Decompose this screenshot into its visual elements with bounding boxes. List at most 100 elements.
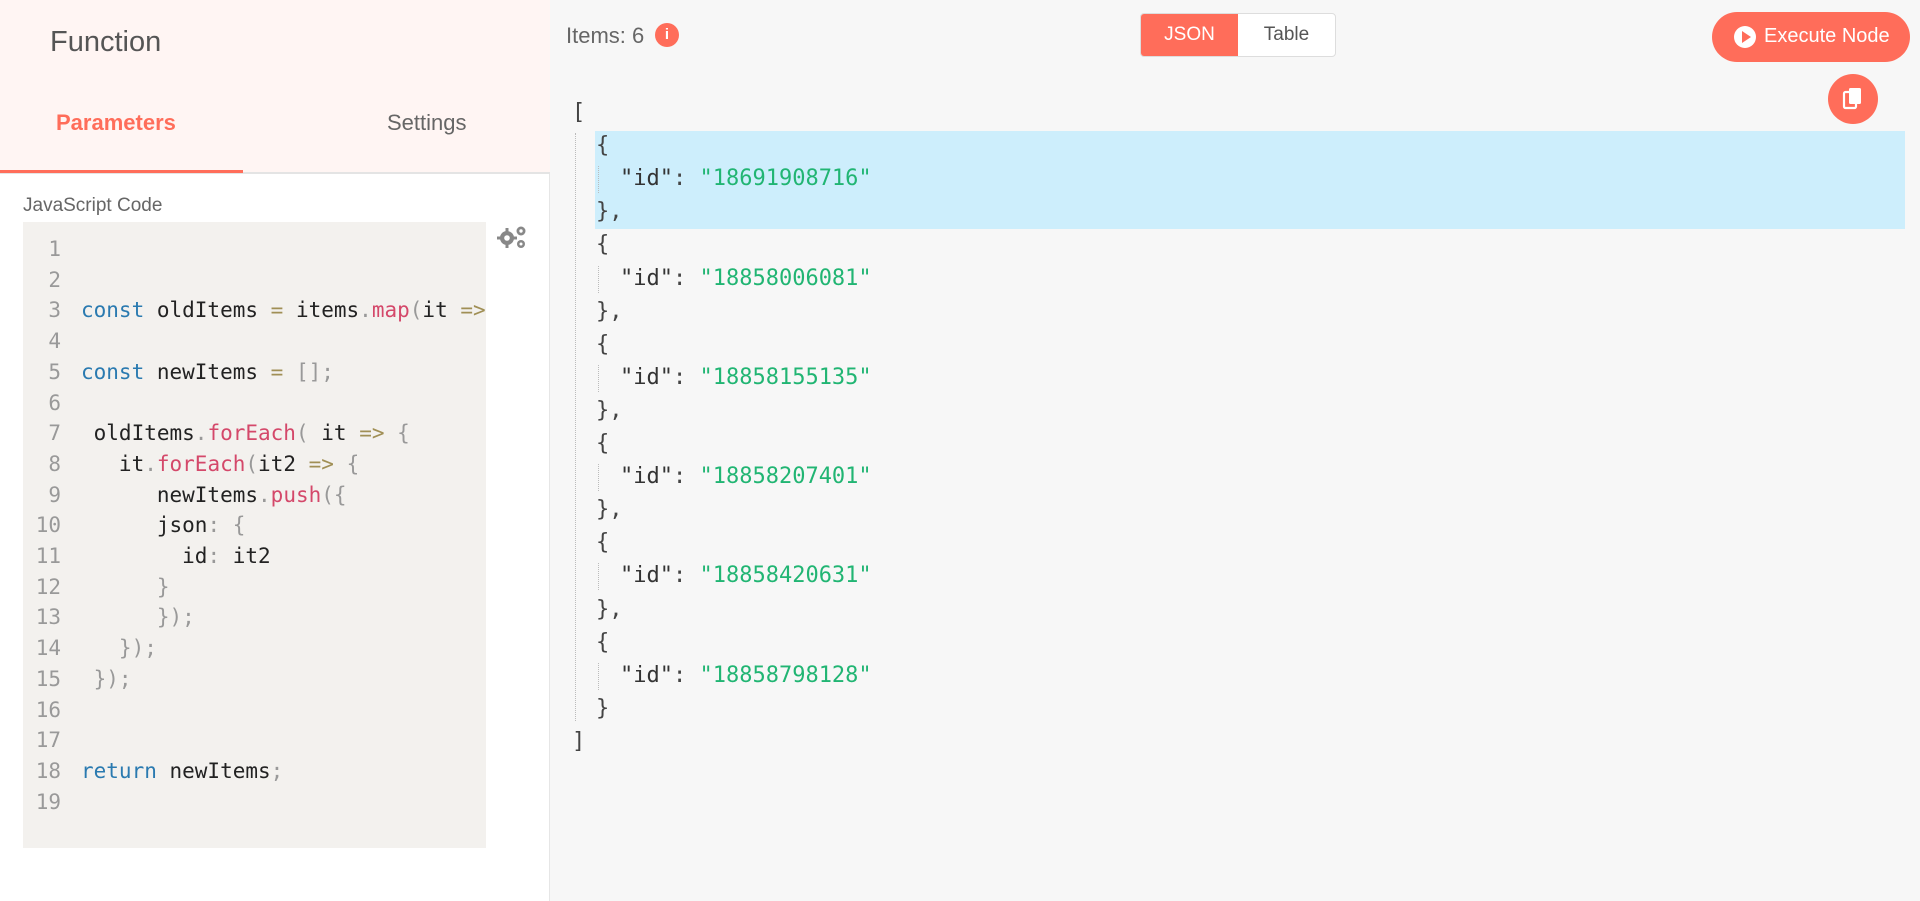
gear-icon[interactable]	[496, 224, 528, 250]
code-line[interactable]: 9 newItems.push({	[23, 480, 486, 511]
line-number: 11	[35, 544, 61, 568]
line-number: 5	[48, 359, 61, 384]
code-token: json	[81, 513, 208, 538]
json-key: "id"	[620, 265, 673, 291]
json-string-value: "18858006081"	[699, 265, 872, 291]
line-number: 8	[48, 451, 61, 476]
code-line[interactable]: 14 });	[23, 633, 486, 664]
indent-guide	[598, 563, 599, 591]
indent-guide	[598, 464, 599, 492]
json-open-brace: {	[596, 133, 610, 159]
code-token: .	[144, 451, 157, 476]
line-number: 15	[35, 666, 61, 691]
code-editor[interactable]: 1 2 3 const oldItems = items.map(it => 4 5 con…	[23, 222, 486, 848]
items-count: Items: 6	[566, 23, 645, 48]
code-line[interactable]: 8 it.forEach(it2 => {	[23, 449, 486, 480]
code-line[interactable]: 4	[23, 326, 486, 357]
play-icon	[1734, 26, 1756, 48]
json-object-start: {	[596, 228, 609, 261]
json-string-value: "18858420631"	[699, 563, 872, 589]
json-object-start: {	[596, 328, 609, 361]
json-object-start: {	[596, 526, 609, 559]
line-code: newItems.push({	[81, 480, 347, 510]
json-open-brace: {	[596, 530, 610, 556]
code-line[interactable]: 2	[23, 265, 486, 296]
copy-button[interactable]	[1828, 74, 1878, 124]
code-line[interactable]: 17	[23, 725, 486, 756]
line-code: });	[81, 664, 132, 694]
code-token: (	[295, 421, 322, 446]
code-token: =>	[460, 298, 486, 323]
json-close-brace: },	[596, 199, 623, 225]
code-line[interactable]: 15 });	[23, 664, 486, 695]
json-view-button[interactable]: JSON	[1141, 14, 1238, 56]
code-token: });	[81, 636, 157, 661]
json-object-end: },	[596, 195, 623, 228]
line-code: const newItems = [];	[81, 357, 334, 387]
code-token: newItems	[81, 482, 259, 507]
code-token: forEach	[156, 451, 246, 476]
line-number: 9	[48, 482, 61, 507]
indent-guide	[598, 662, 599, 690]
json-open-brace: {	[596, 629, 610, 655]
code-line[interactable]: 10 json: {	[23, 510, 486, 541]
code-line[interactable]: 1	[23, 234, 486, 265]
code-line[interactable]: 18 return newItems;	[23, 756, 486, 787]
code-line[interactable]: 11 id: it2	[23, 541, 486, 572]
code-line[interactable]: 3 const oldItems = items.map(it =>	[23, 295, 486, 326]
line-number: 18	[35, 758, 61, 783]
json-colon: :	[672, 364, 700, 390]
code-token: it	[321, 421, 360, 446]
code-token: it	[422, 298, 461, 323]
code-token: items	[283, 298, 360, 323]
json-key: "id"	[620, 166, 673, 192]
json-object-start: {	[596, 427, 609, 460]
info-icon[interactable]: i	[655, 23, 679, 47]
code-line[interactable]: 19	[23, 787, 486, 818]
json-close-bracket: ]	[572, 728, 586, 754]
code-token: newItems	[144, 359, 271, 384]
line-number: 16	[35, 697, 61, 722]
code-token: .	[258, 482, 271, 507]
json-array-end: ]	[572, 725, 585, 758]
code-token: });	[81, 605, 195, 630]
json-open-bracket: [	[572, 100, 586, 125]
execute-node-label: Execute Node	[1764, 25, 1890, 47]
json-property: "id": "18858420631"	[620, 559, 872, 592]
tab-settings[interactable]: Settings	[387, 110, 467, 136]
line-number: 10	[35, 513, 61, 538]
line-number: 1	[48, 237, 61, 261]
code-token: push	[270, 482, 322, 507]
code-token: [];	[295, 359, 334, 384]
code-line[interactable]: 7 oldItems.forEach( it => {	[23, 418, 486, 449]
code-token: =>	[359, 421, 385, 446]
tab-parameters[interactable]: Parameters	[56, 110, 176, 136]
table-view-button[interactable]: Table	[1238, 14, 1335, 56]
line-code: });	[81, 633, 157, 663]
line-number: 13	[35, 605, 61, 630]
code-token: {	[333, 451, 360, 476]
code-line[interactable]: 6	[23, 388, 486, 419]
line-code: return newItems;	[81, 756, 283, 786]
code-line[interactable]: 16	[23, 695, 486, 726]
line-code: it.forEach(it2 => {	[81, 449, 359, 479]
line-number: 19	[35, 789, 61, 814]
code-line[interactable]: 5 const newItems = [];	[23, 357, 486, 388]
execute-node-button[interactable]: Execute Node	[1712, 12, 1910, 62]
line-number: 3	[48, 298, 61, 323]
json-colon: :	[672, 265, 700, 291]
json-string-value: "18858798128"	[699, 662, 872, 688]
code-token: newItems	[156, 758, 271, 783]
json-object-start: {	[596, 129, 609, 162]
json-colon: :	[672, 166, 700, 192]
code-token: =	[270, 359, 284, 384]
code-line[interactable]: 12 }	[23, 572, 486, 603]
code-token: });	[81, 666, 132, 691]
line-code: oldItems.forEach( it => {	[81, 418, 410, 448]
code-line[interactable]: 13 });	[23, 602, 486, 633]
line-number: 12	[35, 574, 61, 599]
line-code: json: {	[81, 510, 246, 540]
code-token: id	[81, 544, 208, 568]
json-close-brace: },	[596, 497, 623, 523]
